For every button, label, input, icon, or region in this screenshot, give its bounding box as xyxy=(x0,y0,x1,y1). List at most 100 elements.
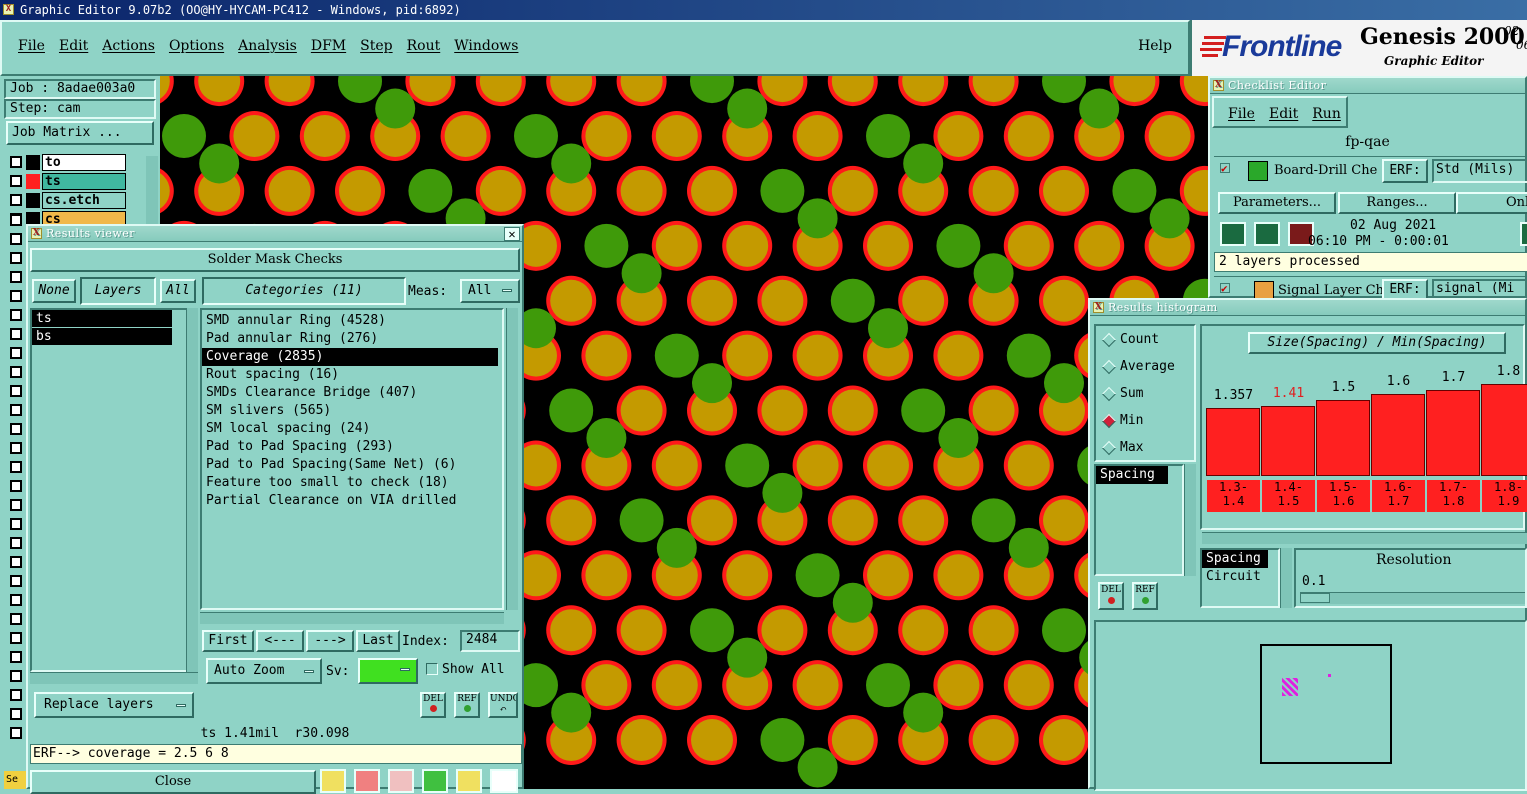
histogram-bar[interactable] xyxy=(1316,400,1370,476)
tool-icon-2[interactable] xyxy=(354,769,380,793)
prev-button[interactable]: <--- xyxy=(256,630,304,652)
histogram-field-item[interactable]: Circuit xyxy=(1202,568,1268,586)
category-item[interactable]: Pad to Pad Spacing (293) xyxy=(202,438,498,456)
row1-erf-value[interactable]: Std (Mils) xyxy=(1432,159,1527,183)
histogram-list2[interactable]: Spacing Circuit xyxy=(1200,548,1280,608)
menu-dfm[interactable]: DFM xyxy=(311,38,346,54)
layer-checkbox[interactable] xyxy=(10,575,22,587)
checklist-row-1[interactable]: ✔ Board-Drill Che ERF: Std (Mils) xyxy=(1214,156,1527,186)
ranges-button[interactable]: Ranges... xyxy=(1338,192,1456,214)
meas-select[interactable]: All xyxy=(460,279,520,303)
parameters-button[interactable]: Parameters... xyxy=(1218,192,1336,214)
histogram-list-item[interactable]: Spacing xyxy=(1096,466,1168,484)
layer-checkbox[interactable] xyxy=(10,632,22,644)
all-layers-button[interactable]: All xyxy=(160,279,196,303)
run-icon-2[interactable] xyxy=(1254,222,1280,246)
histogram-field-item[interactable]: Spacing xyxy=(1202,550,1268,568)
category-item[interactable]: SM local spacing (24) xyxy=(202,420,498,438)
histogram-list-scrollbar[interactable] xyxy=(1184,464,1196,576)
histogram-ref-button[interactable]: REF xyxy=(1132,582,1158,610)
layer-checkbox[interactable] xyxy=(10,385,22,397)
categories-button[interactable]: Categories (11) xyxy=(202,277,406,305)
first-button[interactable]: First xyxy=(202,630,254,652)
histogram-bar[interactable] xyxy=(1481,384,1527,476)
layer-checkbox[interactable] xyxy=(10,499,22,511)
layer-checkbox[interactable] xyxy=(10,689,22,701)
category-item[interactable]: Pad annular Ring (276) xyxy=(202,330,498,348)
layer-checkbox[interactable] xyxy=(10,518,22,530)
histogram-hscroll[interactable] xyxy=(1202,532,1527,544)
layer-checkbox[interactable] xyxy=(10,727,22,739)
layer-checkbox[interactable] xyxy=(10,214,22,226)
result-layer-item[interactable]: ts xyxy=(32,310,172,328)
layer-checkbox[interactable] xyxy=(10,423,22,435)
layer-row[interactable]: to xyxy=(8,154,158,172)
run-icon-1[interactable] xyxy=(1220,222,1246,246)
last-button[interactable]: Last xyxy=(356,630,400,652)
row1-erf-button[interactable]: ERF: xyxy=(1382,159,1428,183)
layer-checkbox[interactable] xyxy=(10,461,22,473)
resolution-slider[interactable] xyxy=(1300,592,1525,604)
category-scrollbar[interactable] xyxy=(506,308,518,610)
category-item[interactable]: Partial Clearance on VIA drilled xyxy=(202,492,498,510)
close-window-button[interactable]: ✕ xyxy=(504,227,520,241)
sv-color-select[interactable] xyxy=(358,658,418,684)
tool-icon-4[interactable] xyxy=(422,769,448,793)
run-icon-4[interactable] xyxy=(1520,222,1527,246)
menu-file[interactable]: File xyxy=(18,38,45,54)
layer-checkbox[interactable] xyxy=(10,442,22,454)
layer-checkbox[interactable] xyxy=(10,670,22,682)
layer-result-list[interactable]: ts bs xyxy=(30,308,188,672)
layer-checkbox[interactable] xyxy=(10,194,22,206)
tool-icon-1[interactable] xyxy=(320,769,346,793)
layer-checkbox[interactable] xyxy=(10,252,22,264)
layer-row[interactable]: cs.etch xyxy=(8,192,158,210)
job-matrix-button[interactable]: Job Matrix ... xyxy=(6,121,154,145)
layer-checkbox[interactable] xyxy=(10,537,22,549)
layer-checkbox[interactable] xyxy=(10,594,22,606)
layer-row[interactable]: ts xyxy=(8,173,158,191)
layer-checkbox[interactable] xyxy=(10,309,22,321)
category-list[interactable]: SMD annular Ring (4528) Pad annular Ring … xyxy=(200,308,504,610)
row1-checkbox[interactable]: ✔ xyxy=(1220,163,1230,174)
histogram-bar[interactable] xyxy=(1206,408,1260,476)
layer-result-hscroll[interactable] xyxy=(30,672,198,684)
category-item[interactable]: Feature too small to check (18) xyxy=(202,474,498,492)
layers-button[interactable]: Layers xyxy=(80,277,156,305)
category-hscroll[interactable] xyxy=(200,612,504,624)
help-menu[interactable]: Help xyxy=(1138,38,1172,54)
results-ref-button[interactable]: REF xyxy=(454,692,480,718)
resolution-slider-thumb[interactable] xyxy=(1300,593,1330,603)
chart-title[interactable]: Size(Spacing) / Min(Spacing) xyxy=(1248,332,1506,354)
menu-options[interactable]: Options xyxy=(169,38,224,54)
category-item[interactable]: SMD annular Ring (4528) xyxy=(202,312,498,330)
next-button[interactable]: ---> xyxy=(306,630,354,652)
none-button[interactable]: None xyxy=(32,279,76,303)
checklist-menu-edit[interactable]: Edit xyxy=(1269,106,1298,122)
layer-checkbox[interactable] xyxy=(10,328,22,340)
histogram-bar[interactable] xyxy=(1261,406,1315,476)
histogram-bar[interactable] xyxy=(1371,394,1425,476)
histogram-list2-scrollbar[interactable] xyxy=(1280,548,1292,608)
layer-checkbox[interactable] xyxy=(10,233,22,245)
layer-checkbox[interactable] xyxy=(10,347,22,359)
online-button[interactable]: Online... xyxy=(1456,192,1527,214)
auto-zoom-select[interactable]: Auto Zoom xyxy=(206,658,322,684)
category-item[interactable]: Pad to Pad Spacing(Same Net) (6) xyxy=(202,456,498,474)
result-layer-item[interactable]: bs xyxy=(32,328,172,346)
menu-analysis[interactable]: Analysis xyxy=(238,38,297,54)
layer-checkbox[interactable] xyxy=(10,556,22,568)
menu-windows[interactable]: Windows xyxy=(454,38,518,54)
close-button[interactable]: Close xyxy=(30,770,316,794)
checklist-row-2[interactable]: ✔ Signal Layer Ch ERF: signal (Mi xyxy=(1214,276,1527,301)
show-all-checkbox[interactable] xyxy=(426,663,438,675)
category-item[interactable]: Rout spacing (16) xyxy=(202,366,498,384)
row2-checkbox[interactable]: ✔ xyxy=(1220,283,1230,294)
histogram-del-button[interactable]: DEL xyxy=(1098,582,1124,610)
results-del-button[interactable]: DEL xyxy=(420,692,446,718)
layer-checkbox[interactable] xyxy=(10,613,22,625)
layer-checkbox[interactable] xyxy=(10,651,22,663)
histogram-bar[interactable] xyxy=(1426,390,1480,476)
menu-rout[interactable]: Rout xyxy=(407,38,441,54)
layer-checkbox[interactable] xyxy=(10,366,22,378)
